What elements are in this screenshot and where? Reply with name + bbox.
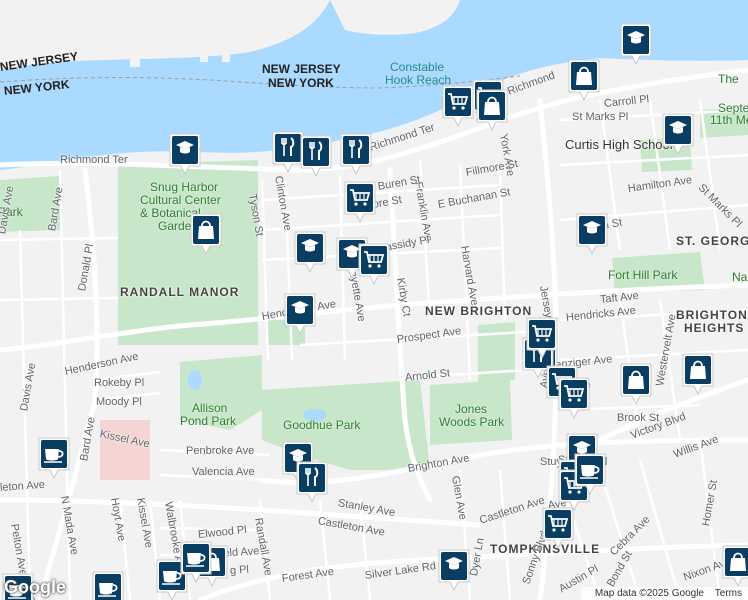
school-icon	[284, 293, 316, 336]
grocery-icon	[558, 377, 590, 420]
grocery-marker[interactable]	[342, 180, 378, 224]
google-logo[interactable]: Google	[4, 577, 66, 598]
school-icon	[662, 113, 694, 156]
grocery-marker[interactable]	[356, 242, 392, 286]
school-marker[interactable]	[167, 132, 203, 176]
map-label-richmond-ter: Richmond Ter	[60, 154, 128, 166]
map-label-snug: Snug Harbor	[150, 180, 219, 194]
shopping-icon	[476, 89, 508, 132]
shopping-marker[interactable]	[680, 352, 716, 396]
map-label-na: Na	[732, 270, 748, 284]
school-marker[interactable]	[574, 212, 610, 256]
cafe-marker[interactable]	[36, 436, 72, 480]
shopping-icon	[568, 59, 600, 102]
school-marker[interactable]	[660, 112, 696, 156]
grocery-icon	[358, 243, 390, 286]
cafe-marker[interactable]	[178, 540, 214, 584]
shopping-marker[interactable]	[566, 58, 602, 102]
map-label-penbroke: Penbroke Ave	[186, 445, 255, 457]
map-label-valencia: Valencia Ave	[192, 466, 255, 478]
restaurant-marker[interactable]	[338, 132, 374, 176]
cafe-icon	[38, 437, 70, 480]
restaurant-marker[interactable]	[298, 134, 334, 178]
map-label-allison2: Pond Park	[180, 414, 237, 428]
cafe-icon	[180, 541, 212, 584]
map-label-nj2: NEW JERSEY	[262, 62, 341, 76]
map-label-jones2: Woods Park	[439, 415, 505, 429]
cafe-icon	[92, 571, 124, 600]
map-label-new-brighton: NEW BRIGHTON	[425, 304, 533, 318]
map-label-goodhue: Goodhue Park	[283, 418, 361, 432]
cafe-marker[interactable]	[90, 570, 126, 600]
school-icon	[294, 231, 326, 274]
shopping-icon	[620, 363, 652, 406]
school-marker[interactable]	[292, 230, 328, 274]
cafe-marker[interactable]	[572, 452, 608, 496]
school-icon	[438, 549, 470, 592]
school-marker[interactable]	[436, 548, 472, 592]
terms-link[interactable]: Terms	[715, 588, 742, 599]
grocery-icon	[542, 507, 574, 550]
map-label-heights: HEIGHTS	[684, 321, 745, 335]
map-label-the: The	[718, 72, 739, 86]
school-icon	[620, 23, 652, 66]
shopping-marker[interactable]	[720, 544, 748, 588]
restaurant-icon	[340, 133, 372, 176]
grocery-marker[interactable]	[524, 316, 560, 360]
shopping-marker[interactable]	[188, 212, 224, 256]
map-footer: Map data ©2025 Google Terms	[580, 587, 748, 600]
restaurant-icon	[296, 461, 328, 504]
grocery-marker[interactable]	[556, 376, 592, 420]
map-label-constable: Constable	[390, 60, 445, 74]
school-icon	[169, 133, 201, 176]
school-icon	[576, 213, 608, 256]
shopping-marker[interactable]	[474, 88, 510, 132]
map-label-fort-hill: Fort Hill Park	[608, 268, 678, 282]
map-label-curtis: Curtis High School	[565, 137, 673, 152]
map-label-brighton-heights: BRIGHTON	[676, 308, 748, 322]
map-label-rokeby: Rokeby Pl	[94, 377, 145, 389]
map-label-jones: Jones	[455, 402, 488, 416]
map-canvas[interactable]: NEW JERSEY NEW YORK NEW JERSEY NEW YORK Cons…	[0, 0, 748, 600]
grocery-marker[interactable]	[540, 506, 576, 550]
map-label-moody: Moody Pl	[96, 396, 142, 408]
map-label-allison: Allison	[192, 401, 228, 415]
map-label-11th: 11th Me	[710, 113, 748, 127]
map-label-st-marks: St Marks Pl	[572, 111, 629, 123]
map-label-cultural: Cultural Center	[140, 193, 221, 207]
grocery-icon	[526, 317, 558, 360]
restaurant-icon	[300, 135, 332, 178]
shopping-icon	[682, 353, 714, 396]
map-label-st-george: ST. GEORGE	[676, 234, 748, 248]
map-label-gpl: g Pl	[229, 563, 250, 577]
map-label-ny2: NEW YORK	[268, 76, 334, 90]
school-marker[interactable]	[618, 22, 654, 66]
grocery-icon	[344, 181, 376, 224]
cafe-icon	[574, 453, 606, 496]
shopping-icon	[722, 545, 748, 588]
shopping-marker[interactable]	[618, 362, 654, 406]
map-label-randall: RANDALL MANOR	[120, 285, 240, 299]
shopping-icon	[190, 213, 222, 256]
map-copyright: Map data ©2025 Google	[594, 588, 704, 599]
school-marker[interactable]	[282, 292, 318, 336]
restaurant-marker[interactable]	[294, 460, 330, 504]
